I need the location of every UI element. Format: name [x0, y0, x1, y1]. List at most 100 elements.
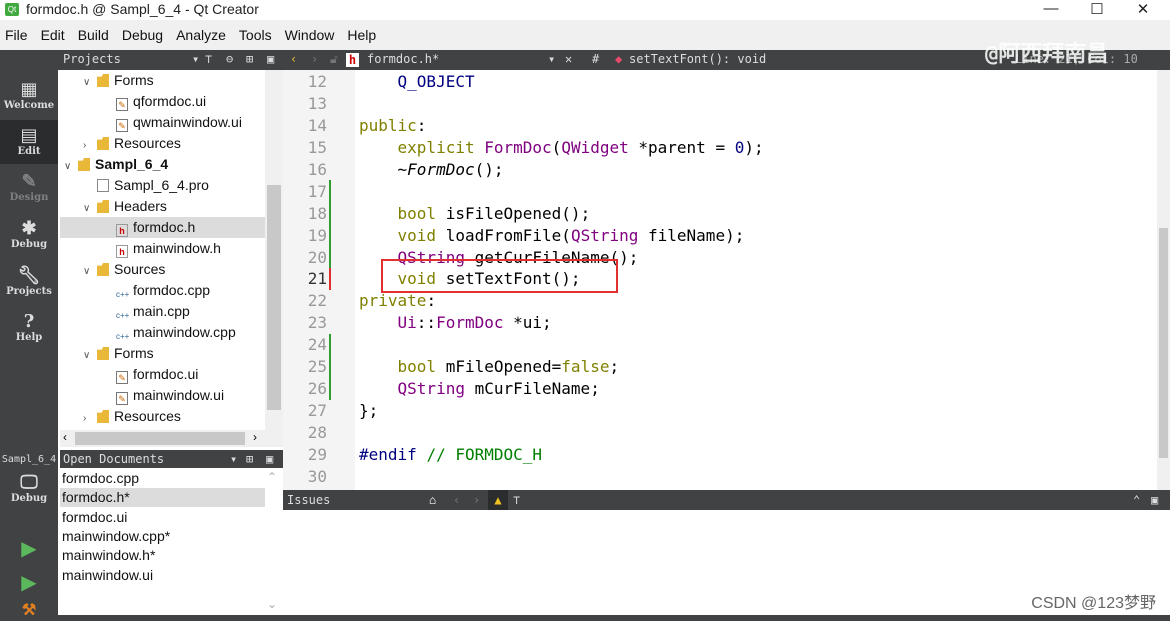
mode-edit[interactable]: ▤ Edit — [0, 120, 58, 164]
open-document-item[interactable]: formdoc.h* — [60, 488, 265, 508]
maximize-panel-icon[interactable]: ⌃ — [1133, 493, 1140, 507]
open-document-item[interactable]: formdoc.cpp — [60, 469, 265, 488]
filter-icon[interactable]: ⊤ — [205, 52, 212, 66]
chevron-down-icon[interactable]: ∨ — [83, 261, 97, 282]
editor-scrollbar[interactable] — [1157, 70, 1170, 490]
scroll-up-icon[interactable]: ⌃ — [267, 470, 277, 484]
tree-item[interactable]: c++ mainwindow.cpp — [60, 322, 265, 343]
cpp-file-icon: c++ — [116, 311, 130, 320]
tree-item-label: Sampl_6_4.pro — [114, 177, 209, 193]
watermark-top: @阿西拜南昌 — [985, 42, 1109, 67]
tree-item[interactable]: c++ formdoc.cpp — [60, 280, 265, 301]
mode-debug[interactable]: ✱ Debug — [0, 213, 58, 257]
menu-analyze[interactable]: Analyze — [176, 27, 226, 43]
scroll-down-icon[interactable]: ⌄ — [267, 597, 277, 611]
tree-item-label: Forms — [114, 72, 154, 88]
close-button[interactable]: ✕ — [1120, 0, 1166, 20]
tree-item[interactable]: ∨ Headers — [60, 196, 265, 217]
ui-file-icon: ✎ — [116, 392, 128, 405]
chevron-down-icon[interactable]: ∨ — [64, 156, 78, 177]
close-panel-icon[interactable]: ▣ — [267, 52, 274, 66]
minimize-button[interactable]: — — [1028, 0, 1074, 20]
mode-projects[interactable]: 🔧︎ Projects — [0, 260, 58, 304]
menu-window[interactable]: Window — [285, 27, 335, 43]
close-document-icon[interactable]: ✕ — [565, 52, 572, 66]
tree-item-label: main.cpp — [133, 303, 190, 319]
forward-icon[interactable]: › — [311, 52, 318, 66]
tree-item[interactable]: c++ main.cpp — [60, 301, 265, 322]
issues-header: Issues ⌂ ‹ › ▲ ⊤ ⌃ ▣ — [283, 490, 1170, 510]
code-token: 0 — [734, 137, 745, 157]
back-icon[interactable]: ‹ — [290, 52, 297, 66]
open-document-item[interactable]: mainwindow.cpp* — [60, 527, 265, 546]
mode-help[interactable]: ? Help — [0, 306, 58, 350]
tree-item[interactable]: ∨ Sampl_6_4 — [60, 154, 265, 175]
mode-label: Edit — [17, 146, 41, 157]
tree-item[interactable]: ✎ mainwindow.ui — [60, 385, 265, 406]
menu-edit[interactable]: Edit — [41, 27, 65, 43]
tree-item-label: formdoc.ui — [133, 366, 199, 382]
tree-item[interactable]: › Resources — [60, 406, 265, 427]
tree-item-label: qformdoc.ui — [133, 93, 207, 109]
tree-item[interactable]: ∨ Forms — [60, 70, 265, 91]
tree-item[interactable]: h formdoc.h — [60, 217, 265, 238]
line-number: 25 — [307, 357, 327, 377]
symbol-selector[interactable]: setTextFont(): void — [629, 52, 766, 66]
split-icon[interactable]: ⊞ — [246, 52, 253, 66]
open-document-item[interactable]: mainwindow.ui — [60, 566, 265, 585]
chevron-right-icon[interactable]: › — [83, 408, 97, 429]
dropdown-icon[interactable]: ▾ — [230, 452, 237, 466]
code-line: QString mCurFileName; — [359, 379, 600, 401]
prev-icon[interactable]: ‹ — [453, 493, 460, 507]
projects-view-selector[interactable]: Projects — [63, 52, 121, 66]
warning-filter-icon[interactable]: ▲ — [488, 490, 508, 510]
chevron-right-icon[interactable]: › — [83, 135, 97, 156]
code-token: ~ — [359, 159, 408, 179]
tree-item[interactable]: ✎ formdoc.ui — [60, 364, 265, 385]
open-document-item[interactable]: mainwindow.h* — [60, 546, 265, 565]
close-panel-icon[interactable]: ▣ — [1151, 493, 1158, 507]
mode-welcome[interactable]: ▦ Welcome — [0, 74, 58, 118]
tree-item[interactable]: ✎ qwmainwindow.ui — [60, 112, 265, 133]
open-document-item[interactable]: formdoc.ui — [60, 508, 265, 527]
run-button[interactable]: ▶ — [0, 536, 58, 560]
chevron-down-icon[interactable]: ∨ — [83, 198, 97, 219]
menu-help[interactable]: Help — [347, 27, 376, 43]
tree-item[interactable]: Sampl_6_4.pro — [60, 175, 265, 196]
close-panel-icon[interactable]: ▣ — [266, 452, 273, 466]
debug-run-button[interactable]: ▶ — [0, 570, 58, 594]
mode-design[interactable]: ✎ Design — [0, 166, 58, 210]
code-token: (); — [474, 159, 504, 179]
link-icon[interactable]: ⊖ — [226, 52, 233, 66]
project-tree: ∨ Forms ✎ qformdoc.ui ✎ qwmainwindow.ui › Resou… — [60, 70, 265, 430]
maximize-button[interactable]: ☐ — [1074, 0, 1120, 20]
line-number: 23 — [307, 313, 327, 333]
tree-item[interactable]: ∨ Sources — [60, 259, 265, 280]
kit-selector[interactable]: 🖵︎ Debug — [0, 472, 58, 504]
tree-hscroll-thumb[interactable] — [75, 432, 245, 445]
line-number-gutter: 12 13 14 15 16 17 18 19 20 21 22 23 24 25 26 27 28 29 30 — [283, 70, 355, 490]
dropdown-icon[interactable]: ▾ — [192, 52, 199, 66]
menu-build[interactable]: Build — [78, 27, 109, 43]
line-number: 30 — [307, 466, 327, 486]
filter-icon[interactable]: ⊤ — [513, 493, 520, 507]
file-dropdown-icon[interactable]: ▾ — [548, 52, 555, 66]
line-number: 14 — [307, 115, 327, 135]
folder-file-icon — [97, 263, 109, 276]
chevron-down-icon[interactable]: ∨ — [83, 72, 97, 93]
tree-item[interactable]: h mainwindow.h — [60, 238, 265, 259]
split-icon[interactable]: ⊞ — [246, 452, 253, 466]
tree-scroll-thumb[interactable] — [267, 185, 281, 410]
tree-item[interactable]: › Resources — [60, 133, 265, 154]
next-icon[interactable]: › — [473, 493, 480, 507]
menu-debug[interactable]: Debug — [122, 27, 163, 43]
menu-tools[interactable]: Tools — [239, 27, 272, 43]
file-selector[interactable]: formdoc.h* — [367, 52, 439, 66]
folder-file-icon — [97, 74, 109, 87]
clear-icon[interactable]: ⌂ — [429, 493, 436, 507]
tree-item[interactable]: ∨ Forms — [60, 343, 265, 364]
editor-toolbar: Projects ▾ ⊤ ⊖ ⊞ ▣ ‹ › 🔓︎ h formdoc.h* ▾… — [0, 42, 1170, 70]
chevron-down-icon[interactable]: ∨ — [83, 345, 97, 366]
tree-item[interactable]: ✎ qformdoc.ui — [60, 91, 265, 112]
menu-file[interactable]: File — [5, 27, 28, 43]
